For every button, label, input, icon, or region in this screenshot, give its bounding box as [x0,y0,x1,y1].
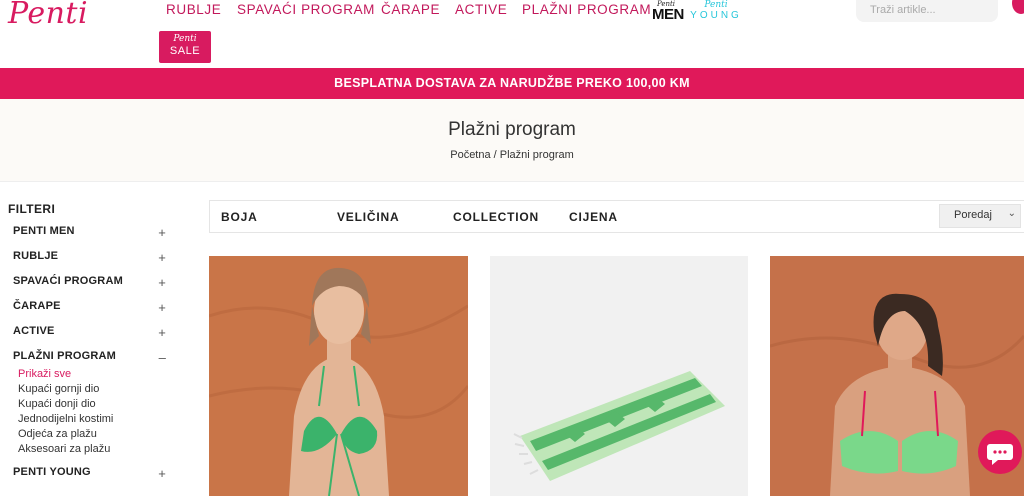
penti-men-logo[interactable]: Penti MEN [652,0,684,23]
breadcrumb-home[interactable]: Početna [450,149,490,161]
product-image-beach-towel[interactable] [490,256,748,496]
filter-category-label: ČARAPE [13,300,61,312]
product-photo-model-green-bikini [209,256,468,496]
filter-velicina[interactable]: VELIČINA [337,210,399,224]
plus-icon[interactable]: + [158,275,166,290]
penti-sale-logo[interactable]: Penti SALE [159,31,211,63]
filter-category-penti-young[interactable]: PENTI YOUNG + [13,466,168,481]
plus-icon[interactable]: + [158,325,166,340]
chat-icon [987,444,1013,465]
filter-category-penti-men[interactable]: PENTI MEN + [13,225,168,240]
subcategory-kupaci-donji-dio[interactable]: Kupaći donji dio [18,398,96,410]
product-photo-green-towel [490,256,748,496]
filter-category-label: RUBLJE [13,250,59,262]
penti-young-logo-small: Penti [704,0,728,10]
penti-young-logo-text: YOUNG [690,10,742,21]
breadcrumb: Početna / Plažni program [0,149,1024,161]
filter-category-rublje[interactable]: RUBLJE + [13,250,168,265]
filter-category-label: PENTI MEN [13,225,75,237]
filter-category-plazni-program[interactable]: PLAŽNI PROGRAM – [13,350,168,365]
subcategory-aksesoari-za-plazu[interactable]: Aksesoari za plažu [18,443,110,455]
subcategory-prikazi-sve[interactable]: Prikaži sve [18,368,71,380]
page-title: Plažni program [448,119,576,140]
subcategory-jednodijelni-kostimi[interactable]: Jednodijelni kostimi [18,413,113,425]
search-input[interactable] [856,0,998,22]
sort-label: Poredaj [954,209,992,221]
penti-men-logo-text: MEN [652,6,684,23]
breadcrumb-separator: / [490,149,500,161]
nav-plazni-program[interactable]: PLAŽNI PROGRAM [522,2,651,17]
filter-category-carape[interactable]: ČARAPE + [13,300,168,315]
penti-sale-logo-small: Penti [173,34,197,44]
nav-rublje[interactable]: RUBLJE [166,2,221,17]
filter-category-spavaci-program[interactable]: SPAVAĆI PROGRAM + [13,275,168,290]
subcategory-kupaci-gornji-dio[interactable]: Kupaći gornji dio [18,383,99,395]
cart-icon[interactable] [1012,0,1024,14]
penti-logo[interactable]: Penti [8,0,88,31]
plus-icon[interactable]: + [158,466,166,481]
chevron-down-icon: ⌄ [1007,208,1016,219]
sort-select[interactable]: Poredaj ⌄ [939,204,1021,228]
filter-category-label: PENTI YOUNG [13,466,91,478]
filter-category-label: ACTIVE [13,325,55,337]
filter-cijena[interactable]: CIJENA [569,210,618,224]
filter-category-label: SPAVAĆI PROGRAM [13,275,123,287]
filter-collection[interactable]: COLLECTION [453,210,539,224]
penti-young-logo[interactable]: Penti YOUNG [688,0,744,22]
penti-sale-logo-text: SALE [169,45,201,57]
free-shipping-banner: BESPLATNA DOSTAVA ZA NARUDŽBE PREKO 100,… [0,68,1024,99]
plus-icon[interactable]: + [158,225,166,240]
filter-boja[interactable]: BOJA [221,210,258,224]
nav-carape[interactable]: ČARAPE [381,2,440,17]
filter-category-label: PLAŽNI PROGRAM [13,350,117,362]
minus-icon[interactable]: – [159,350,166,365]
nav-spavaci-program[interactable]: SPAVAĆI PROGRAM [237,2,375,17]
subcategory-odjeca-za-plazu[interactable]: Odjeća za plažu [18,428,97,440]
filter-category-active[interactable]: ACTIVE + [13,325,168,340]
nav-active[interactable]: ACTIVE [455,2,507,17]
breadcrumb-current: Plažni program [499,149,574,161]
plus-icon[interactable]: + [158,250,166,265]
filters-heading: FILTERI [8,202,56,216]
plus-icon[interactable]: + [158,300,166,315]
chat-button[interactable] [978,430,1022,474]
product-image-bikini-top[interactable] [209,256,468,496]
